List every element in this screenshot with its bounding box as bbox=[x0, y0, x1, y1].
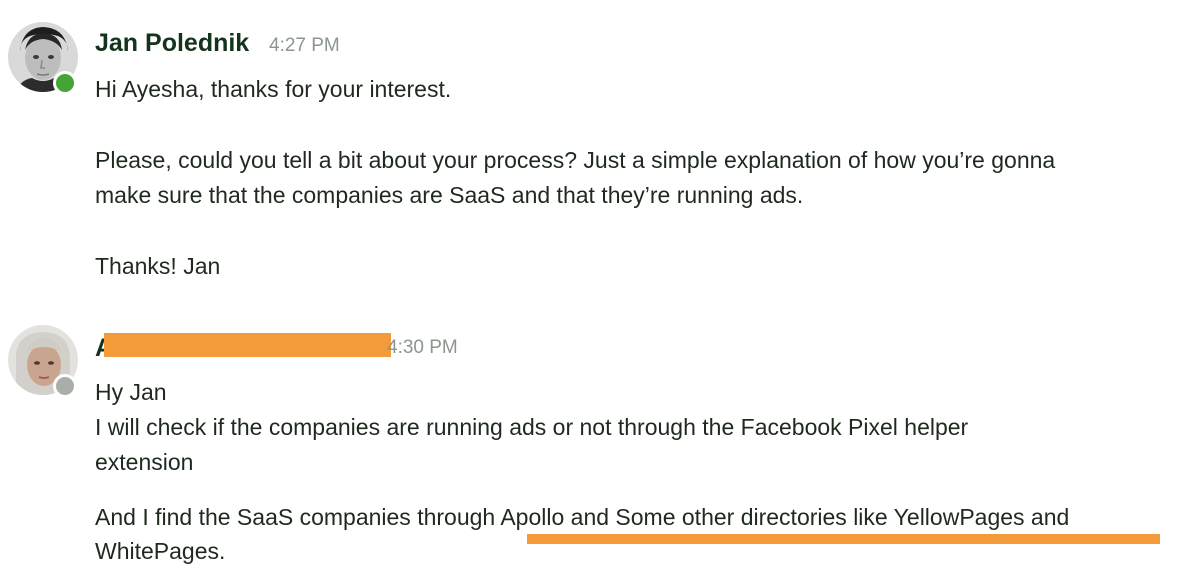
chat-transcript: Jan Polednik 4:27 PM Hi Ayesha, thanks f… bbox=[0, 0, 1200, 586]
sender-name[interactable]: Jan Polednik bbox=[95, 29, 249, 58]
message-line: make sure that the companies are SaaS an… bbox=[95, 182, 804, 208]
message-line: I will check if the companies are runnin… bbox=[95, 414, 969, 440]
message-line: Thanks! Jan bbox=[95, 253, 221, 279]
message-timestamp[interactable]: 4:30 PM bbox=[387, 337, 458, 359]
message-line: Hy Jan bbox=[95, 379, 167, 405]
message-line: extension bbox=[95, 449, 194, 475]
online-status-icon bbox=[53, 71, 77, 95]
message-line: Hi Ayesha, thanks for your interest. bbox=[95, 76, 452, 102]
message-line: WhitePages. bbox=[95, 538, 226, 564]
message-line: Please, could you tell a bit about your … bbox=[95, 147, 1056, 173]
message-line: And I find the SaaS companies through Ap… bbox=[95, 504, 1070, 530]
away-status-icon bbox=[53, 374, 77, 398]
redaction-bar bbox=[104, 333, 391, 357]
highlight-underline bbox=[527, 534, 1160, 544]
message-timestamp[interactable]: 4:27 PM bbox=[269, 35, 340, 57]
